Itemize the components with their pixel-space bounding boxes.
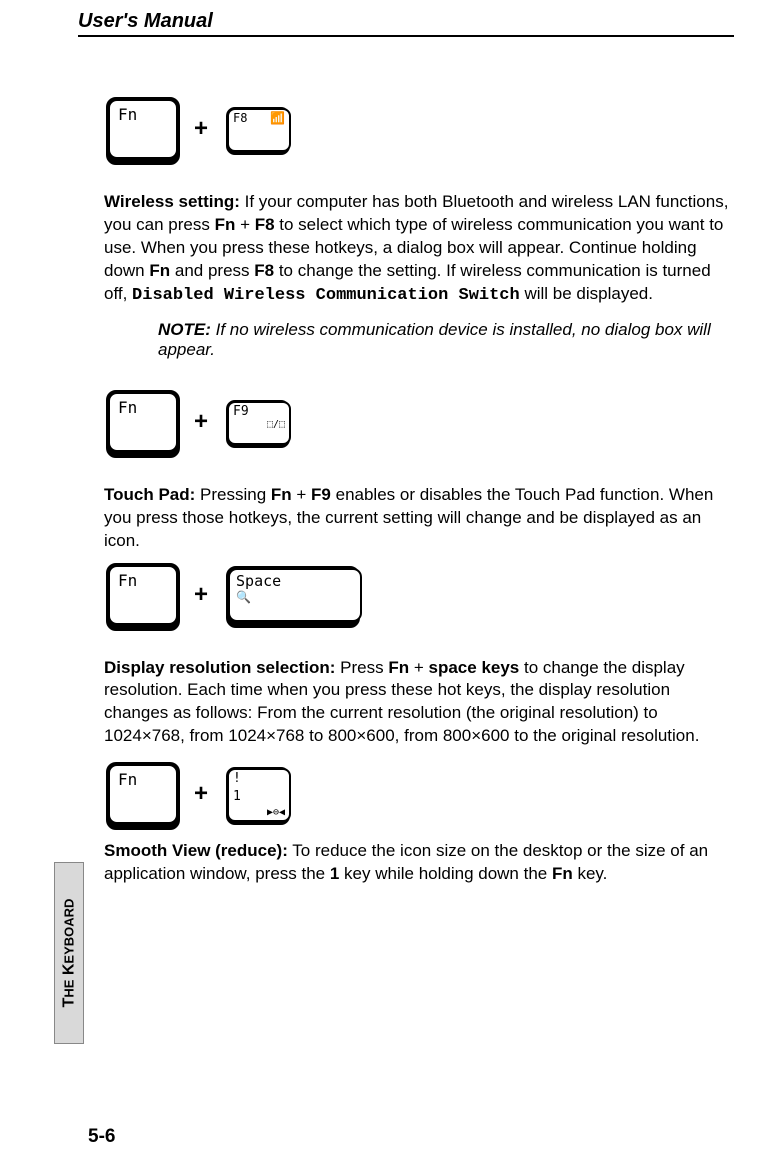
- smoothview-para: Smooth View (reduce): To reduce the icon…: [104, 840, 734, 886]
- plus-icon: +: [194, 581, 208, 609]
- key-combo-fn-f9: Fn + F9 ⬚/⬚: [106, 390, 734, 454]
- plus-icon: +: [194, 115, 208, 143]
- side-tab: THE KEYBOARD: [54, 862, 84, 1044]
- wireless-icon: 📶: [270, 112, 285, 125]
- wireless-para: Wireless setting: If your computer has b…: [104, 191, 734, 308]
- resolution-para: Display resolution selection: Press Fn +…: [104, 657, 734, 749]
- note-block: NOTE: If no wireless communication devic…: [158, 320, 734, 360]
- reduce-icon: ▶⊖◀: [267, 807, 285, 818]
- touchpad-icon: ⬚/⬚: [267, 419, 285, 430]
- key-1: ! 1 ▶⊖◀: [226, 767, 286, 821]
- key-f8: F8📶: [226, 107, 286, 151]
- key-space: Space 🔍: [226, 566, 356, 624]
- key-combo-fn-space: Fn + Space 🔍: [106, 563, 734, 627]
- key-combo-fn-f8: Fn + F8📶: [106, 97, 734, 161]
- key-fn: Fn: [106, 97, 176, 161]
- plus-icon: +: [194, 780, 208, 808]
- page-number: 5-6: [88, 1126, 115, 1148]
- zoom-icon: 🔍: [236, 590, 354, 604]
- touchpad-para: Touch Pad: Pressing Fn + F9 enables or d…: [104, 484, 734, 553]
- key-f9: F9 ⬚/⬚: [226, 400, 286, 444]
- key-fn: Fn: [106, 563, 176, 627]
- key-fn: Fn: [106, 762, 176, 826]
- plus-icon: +: [194, 408, 208, 436]
- key-fn: Fn: [106, 390, 176, 454]
- doc-header: User's Manual: [78, 10, 734, 37]
- key-combo-fn-1: Fn + ! 1 ▶⊖◀: [106, 762, 734, 826]
